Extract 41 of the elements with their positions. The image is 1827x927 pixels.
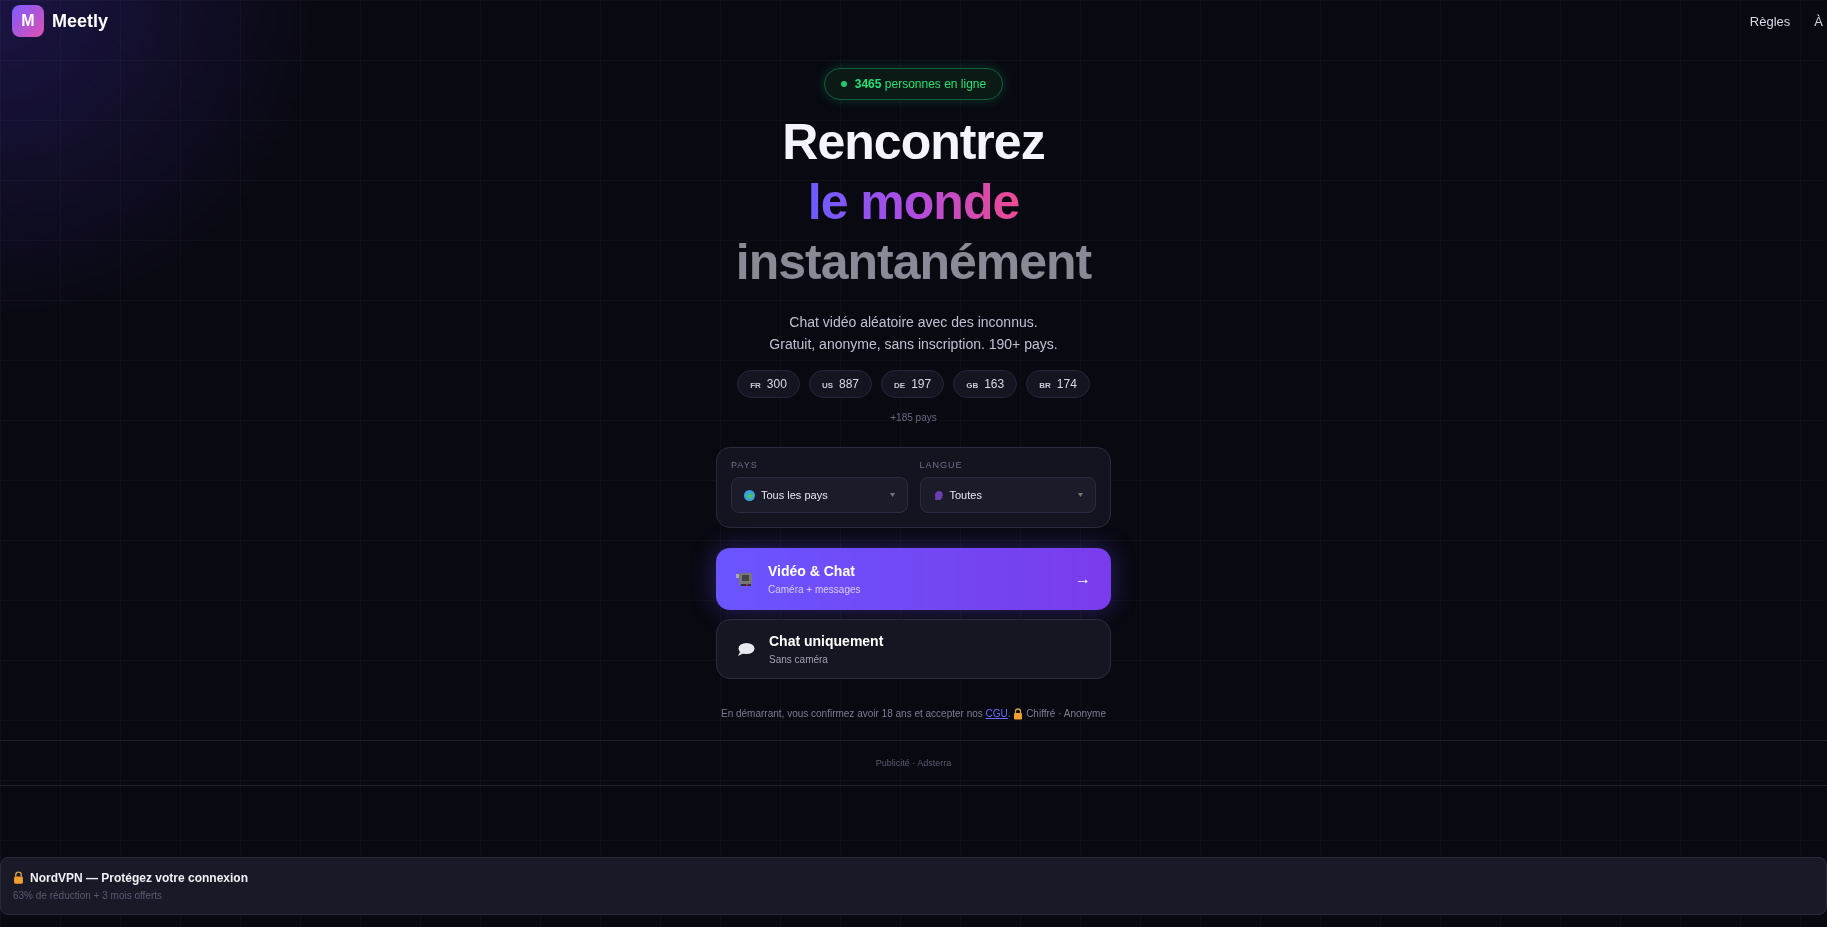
filter-label: PAYS — [731, 460, 759, 470]
filter-select[interactable]: Tous les pays — [731, 477, 908, 513]
app-logo[interactable]: M — [12, 5, 44, 37]
filter-label: LANGUE — [919, 460, 964, 470]
terms-link[interactable]: CGU — [985, 708, 1008, 719]
filter-select[interactable]: Toutes — [919, 477, 1096, 513]
ad-subtitle: 63% de réduction + 3 mois offerts — [13, 890, 164, 901]
country-code: FR — [750, 381, 761, 390]
nav-link[interactable]: Règles — [1749, 13, 1791, 29]
video-camera-icon — [736, 572, 754, 586]
ad-title: NordVPN — Protégez votre connexion — [30, 871, 249, 885]
online-count: 3465 personnes en ligne — [854, 77, 987, 91]
mode-button[interactable]: Chat uniquement Sans caméra — [716, 619, 1111, 679]
country-count: 197 — [911, 377, 932, 391]
country-code: DE — [894, 381, 906, 390]
online-dot-icon — [840, 81, 847, 87]
country-code: GB — [966, 381, 979, 390]
country-count: 174 — [1056, 377, 1077, 391]
speech-bubble-icon — [737, 641, 755, 657]
more-countries: +185 pays — [890, 412, 937, 423]
ad-label: Publicité · Adsterra — [875, 758, 952, 768]
globe-icon — [744, 489, 755, 501]
mode-button[interactable]: Vidéo & Chat Caméra + messages → — [716, 548, 1111, 610]
subtitle: Chat vidéo aléatoire avec des inconnus. — [789, 314, 1038, 330]
headline: instantanément — [735, 233, 1092, 292]
headline: Rencontrez — [782, 113, 1045, 172]
caret-icon — [1078, 493, 1083, 497]
country-count: 163 — [984, 377, 1005, 391]
country-code: BR — [1039, 381, 1051, 390]
country-count: 887 — [839, 377, 860, 391]
lock-icon — [1013, 708, 1024, 721]
lock-icon — [13, 871, 24, 885]
subtitle: Gratuit, anonyme, sans inscription. 190+ pays. — [769, 336, 1058, 352]
brand-name: Meetly — [52, 10, 109, 32]
ad-banner[interactable]: NordVPN — Protégez votre connexion 63% de réduction + 3 mois offerts — [0, 857, 1827, 915]
country-count: 300 — [766, 377, 787, 391]
country-code: US — [821, 381, 833, 390]
nav-link[interactable]: À — [1814, 13, 1823, 29]
disclaimer-text: En démarrant, vous confirmez avoir 18 ans et accepter nos CGU. Chiffré · Anonyme — [720, 707, 1107, 722]
caret-icon — [889, 493, 895, 497]
speech-head-icon — [932, 489, 944, 501]
